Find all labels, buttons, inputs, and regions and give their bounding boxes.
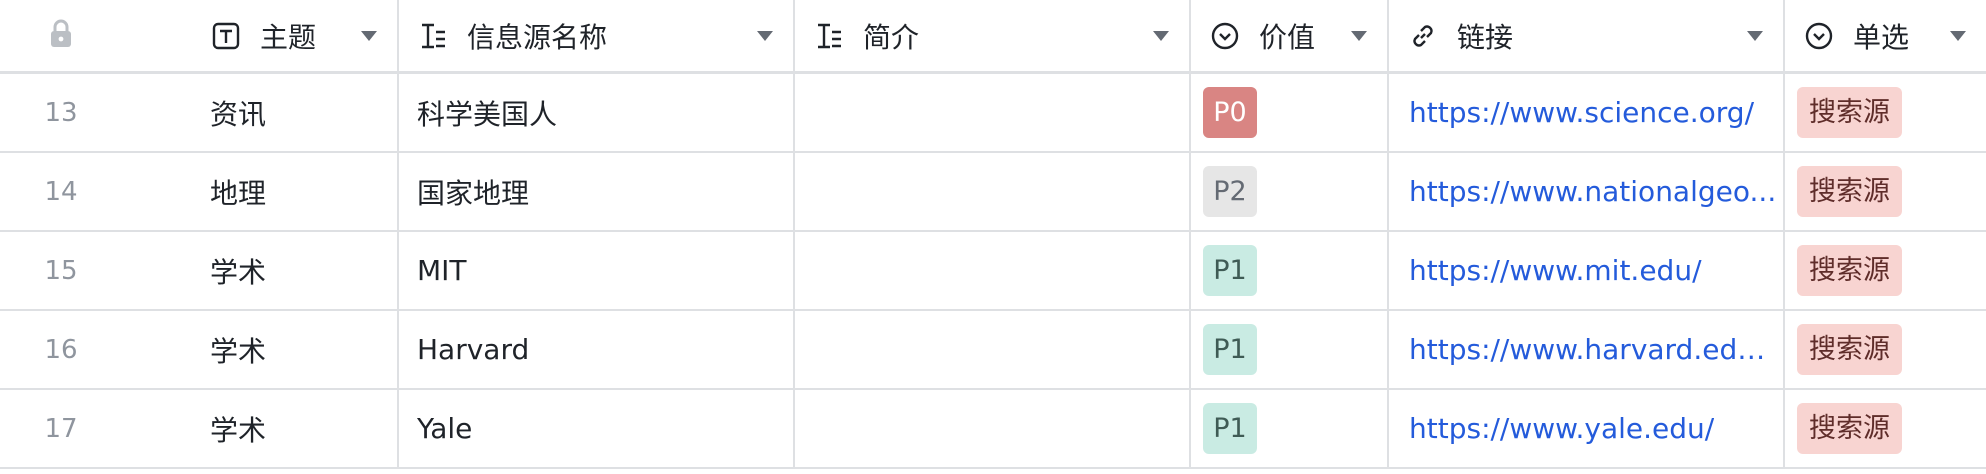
column-header-label: 价值 bbox=[1259, 20, 1316, 54]
option-tag: 搜索源 bbox=[1797, 324, 1902, 375]
single-select-cell[interactable]: 搜索源 bbox=[1785, 232, 1986, 309]
topic-cell[interactable]: 资讯 bbox=[122, 74, 399, 151]
table-row[interactable]: 15 学术 MIT P1 https://www.mit.edu/ 搜索源 bbox=[0, 232, 1986, 311]
source-name-cell[interactable]: 国家地理 bbox=[399, 153, 795, 230]
column-header-source-name[interactable]: 信息源名称 bbox=[399, 0, 795, 71]
value-cell[interactable]: P2 bbox=[1191, 153, 1389, 230]
single-select-cell[interactable]: 搜索源 bbox=[1785, 153, 1986, 230]
chevron-down-icon[interactable] bbox=[1153, 30, 1169, 41]
column-header-label: 链接 bbox=[1457, 20, 1514, 54]
row-index: 13 bbox=[44, 97, 78, 128]
priority-tag: P1 bbox=[1203, 245, 1257, 296]
long-text-icon bbox=[813, 20, 845, 52]
source-name-text: 国家地理 bbox=[417, 176, 530, 210]
row-index: 17 bbox=[44, 413, 78, 444]
link-cell[interactable]: https://www.science.org/ bbox=[1389, 74, 1785, 151]
source-name-text: 科学美国人 bbox=[417, 97, 558, 131]
link-cell[interactable]: https://www.yale.edu/ bbox=[1389, 390, 1785, 467]
url-link[interactable]: https://www.nationalgeo... bbox=[1409, 175, 1776, 208]
url-link[interactable]: https://www.science.org/ bbox=[1409, 96, 1754, 129]
column-header-value[interactable]: 价值 bbox=[1191, 0, 1389, 71]
row-index: 16 bbox=[44, 334, 78, 365]
single-select-icon bbox=[1803, 20, 1835, 52]
column-header-label: 信息源名称 bbox=[467, 20, 608, 54]
table-row[interactable]: 13 资讯 科学美国人 P0 https://www.science.org/ … bbox=[0, 74, 1986, 153]
column-header-link[interactable]: 链接 bbox=[1389, 0, 1785, 71]
single-select-cell[interactable]: 搜索源 bbox=[1785, 74, 1986, 151]
table-row[interactable]: 16 学术 Harvard P1 https://www.harvard.edu… bbox=[0, 311, 1986, 390]
value-cell[interactable]: P1 bbox=[1191, 390, 1389, 467]
lock-icon bbox=[48, 19, 74, 53]
row-index: 14 bbox=[44, 176, 78, 207]
value-cell[interactable]: P0 bbox=[1191, 74, 1389, 151]
option-tag: 搜索源 bbox=[1797, 403, 1902, 454]
column-header-single-select[interactable]: 单选 bbox=[1785, 0, 1986, 71]
table-row[interactable]: 17 学术 Yale P1 https://www.yale.edu/ 搜索源 bbox=[0, 390, 1986, 469]
value-cell[interactable]: P1 bbox=[1191, 232, 1389, 309]
column-header-description[interactable]: 简介 bbox=[795, 0, 1191, 71]
topic-text: 学术 bbox=[210, 255, 267, 289]
source-name-cell[interactable]: MIT bbox=[399, 232, 795, 309]
topic-cell[interactable]: 地理 bbox=[122, 153, 399, 230]
single-select-cell[interactable]: 搜索源 bbox=[1785, 311, 1986, 388]
chevron-down-icon[interactable] bbox=[1351, 30, 1367, 41]
option-tag: 搜索源 bbox=[1797, 166, 1902, 217]
topic-text: 学术 bbox=[210, 334, 267, 368]
chevron-down-icon[interactable] bbox=[1747, 30, 1763, 41]
table-row[interactable]: 14 地理 国家地理 P2 https://www.nationalgeo...… bbox=[0, 153, 1986, 232]
url-link[interactable]: https://www.mit.edu/ bbox=[1409, 254, 1702, 287]
priority-tag: P0 bbox=[1203, 87, 1257, 138]
single-select-cell[interactable]: 搜索源 bbox=[1785, 390, 1986, 467]
topic-text: 资讯 bbox=[210, 97, 267, 131]
topic-text: 地理 bbox=[210, 176, 267, 210]
url-link[interactable]: https://www.yale.edu/ bbox=[1409, 412, 1714, 445]
chevron-down-icon[interactable] bbox=[361, 30, 377, 41]
topic-cell[interactable]: 学术 bbox=[122, 311, 399, 388]
link-cell[interactable]: https://www.harvard.edu... bbox=[1389, 311, 1785, 388]
topic-text: 学术 bbox=[210, 413, 267, 447]
chevron-down-icon[interactable] bbox=[757, 30, 773, 41]
data-table: 主题 信息源名称 简介 价值 链接 单选 13 资讯 科学美国人 P0 http… bbox=[0, 0, 1986, 474]
description-cell[interactable] bbox=[795, 74, 1191, 151]
description-cell[interactable] bbox=[795, 153, 1191, 230]
link-cell[interactable]: https://www.nationalgeo... bbox=[1389, 153, 1785, 230]
table-header: 主题 信息源名称 简介 价值 链接 单选 bbox=[0, 0, 1986, 74]
column-header-label: 简介 bbox=[863, 20, 920, 54]
chevron-down-icon[interactable] bbox=[1950, 30, 1966, 41]
topic-cell[interactable]: 学术 bbox=[122, 232, 399, 309]
topic-cell[interactable]: 学术 bbox=[122, 390, 399, 467]
text-type-icon bbox=[210, 20, 242, 52]
priority-tag: P1 bbox=[1203, 324, 1257, 375]
source-name-text: Harvard bbox=[417, 333, 530, 366]
single-select-icon bbox=[1209, 20, 1241, 52]
source-name-cell[interactable]: 科学美国人 bbox=[399, 74, 795, 151]
value-cell[interactable]: P1 bbox=[1191, 311, 1389, 388]
source-name-cell[interactable]: Yale bbox=[399, 390, 795, 467]
priority-tag: P2 bbox=[1203, 166, 1257, 217]
source-name-text: Yale bbox=[417, 412, 473, 445]
link-cell[interactable]: https://www.mit.edu/ bbox=[1389, 232, 1785, 309]
description-cell[interactable] bbox=[795, 311, 1191, 388]
row-index: 15 bbox=[44, 255, 78, 286]
long-text-icon bbox=[417, 20, 449, 52]
column-header-topic[interactable]: 主题 bbox=[122, 0, 399, 71]
column-header-label: 单选 bbox=[1853, 20, 1910, 54]
description-cell[interactable] bbox=[795, 390, 1191, 467]
source-name-cell[interactable]: Harvard bbox=[399, 311, 795, 388]
column-header-label: 主题 bbox=[260, 20, 317, 54]
link-icon bbox=[1407, 20, 1439, 52]
lock-column-header[interactable] bbox=[0, 0, 122, 71]
source-name-text: MIT bbox=[417, 254, 467, 287]
option-tag: 搜索源 bbox=[1797, 245, 1902, 296]
description-cell[interactable] bbox=[795, 232, 1191, 309]
priority-tag: P1 bbox=[1203, 403, 1257, 454]
url-link[interactable]: https://www.harvard.edu... bbox=[1409, 333, 1779, 366]
option-tag: 搜索源 bbox=[1797, 87, 1902, 138]
